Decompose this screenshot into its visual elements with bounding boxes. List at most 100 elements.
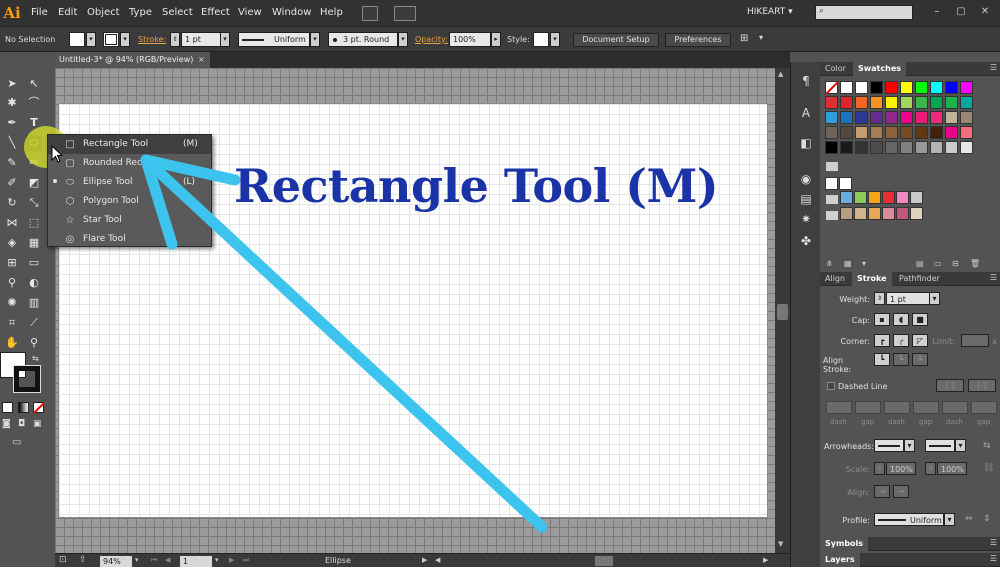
tab-layers[interactable]: Layers <box>820 553 860 567</box>
swatch[interactable] <box>896 207 909 220</box>
first-artboard-icon[interactable]: ⏮ <box>151 556 157 565</box>
swatch[interactable] <box>825 126 838 139</box>
swatch[interactable] <box>870 111 883 124</box>
flyout-item-star[interactable]: ☆ Star Tool <box>48 211 211 230</box>
swatch[interactable] <box>900 96 913 109</box>
status-menu-icon[interactable]: ▶ <box>422 556 427 564</box>
swatch[interactable] <box>854 207 867 220</box>
menu-window[interactable]: Window <box>272 7 311 18</box>
menu-help[interactable]: Help <box>320 7 343 18</box>
weight-dropdown[interactable]: ▾ <box>929 292 940 305</box>
bridge-icon[interactable] <box>362 6 378 21</box>
document-tab[interactable]: Untitled-3* @ 94% (RGB/Preview) × <box>55 52 210 68</box>
workspace-switcher[interactable]: HIKEART ▾ <box>747 7 793 17</box>
menu-type[interactable]: Type <box>129 7 152 18</box>
butt-cap-icon[interactable]: ▪ <box>874 313 890 326</box>
swatch[interactable] <box>870 141 883 154</box>
swatch[interactable] <box>900 141 913 154</box>
swatch[interactable] <box>960 111 973 124</box>
menu-edit[interactable]: Edit <box>58 7 77 18</box>
tab-pathfinder[interactable]: Pathfinder <box>894 272 945 286</box>
perspective-grid-tool-icon[interactable]: ▦ <box>26 235 42 251</box>
swatch[interactable] <box>825 141 838 154</box>
swatch[interactable] <box>855 81 868 94</box>
swatch[interactable] <box>840 111 853 124</box>
character-panel-icon[interactable]: A <box>796 104 816 122</box>
swap-fill-stroke-icon[interactable]: ⇆ <box>32 354 42 364</box>
swatch[interactable] <box>870 81 883 94</box>
horizontal-scroll-thumb[interactable] <box>595 556 613 566</box>
panel-menu-icon[interactable]: ☰ <box>990 63 997 72</box>
gap-field-1[interactable] <box>855 401 881 414</box>
zoom-tool-icon[interactable]: ⚲ <box>26 335 42 351</box>
round-cap-icon[interactable]: ◖ <box>893 313 909 326</box>
weight-stepper[interactable]: ⇕ <box>874 292 885 305</box>
align-stroke-center-icon[interactable]: ┗ <box>874 353 890 366</box>
fill-dropdown[interactable]: ▾ <box>86 32 96 47</box>
direct-selection-tool-icon[interactable]: ↖ <box>26 76 42 92</box>
swatch[interactable] <box>840 207 853 220</box>
previous-artboard-icon[interactable]: ◀ <box>165 556 170 564</box>
preferences-button[interactable]: Preferences <box>665 33 731 47</box>
swatch-libraries-icon[interactable]: ⋔ <box>826 259 833 268</box>
paragraph-panel-icon[interactable]: ¶ <box>796 72 816 90</box>
swatch[interactable] <box>839 177 852 190</box>
last-artboard-icon[interactable]: ⏭ <box>243 556 249 565</box>
tab-align[interactable]: Align <box>820 272 850 286</box>
draw-inside-icon[interactable]: ▣ <box>33 419 45 431</box>
stroke-label[interactable]: Stroke: <box>138 35 166 44</box>
brush-dropdown[interactable]: ▾ <box>398 32 408 47</box>
scale-stepper-1[interactable]: ⇕ <box>874 462 885 475</box>
symbols-panel-icon[interactable]: ✷ <box>796 210 816 228</box>
align-dash-corners-icon[interactable]: [-] <box>968 379 996 392</box>
swatch[interactable] <box>945 111 958 124</box>
swatch[interactable] <box>855 141 868 154</box>
transparency-panel-icon[interactable]: ◧ <box>796 134 816 152</box>
opacity-dropdown[interactable]: ▸ <box>491 32 501 47</box>
symbol-sprayer-tool-icon[interactable]: ✺ <box>4 295 20 311</box>
gap-field-3[interactable] <box>971 401 997 414</box>
swatch[interactable] <box>930 126 943 139</box>
zoom-field[interactable]: 94% <box>100 556 132 567</box>
menu-effect[interactable]: Effect <box>201 7 230 18</box>
show-kinds-icon[interactable]: ▦ <box>844 259 852 268</box>
flyout-item-rectangle[interactable]: □ Rectangle Tool (M) <box>48 135 211 154</box>
swatch[interactable] <box>960 96 973 109</box>
swatch[interactable] <box>945 96 958 109</box>
variable-width-profile[interactable]: Uniform <box>238 32 310 47</box>
profile-select-dropdown[interactable]: ▾ <box>944 513 955 526</box>
bevel-join-icon[interactable]: ◸ <box>912 334 928 347</box>
projecting-cap-icon[interactable]: ■ <box>912 313 928 326</box>
swatch[interactable] <box>882 191 895 204</box>
flyout-item-flare[interactable]: ◎ Flare Tool <box>48 230 211 249</box>
dash-field-2[interactable] <box>884 401 910 414</box>
next-artboard-icon[interactable]: ▶ <box>229 556 234 564</box>
selection-tool-icon[interactable]: ➤ <box>4 76 20 92</box>
pen-tool-icon[interactable]: ✒ <box>4 115 20 131</box>
paintbrush-tool-icon[interactable]: ✎ <box>4 155 20 171</box>
swatch[interactable] <box>854 191 867 204</box>
swatch[interactable] <box>882 207 895 220</box>
magic-wand-tool-icon[interactable]: ✱ <box>4 95 20 111</box>
graphic-style-swatch[interactable] <box>533 32 549 47</box>
preserve-dash-icon[interactable]: [ ] <box>936 379 964 392</box>
vertical-scroll-thumb[interactable] <box>777 304 788 320</box>
panel-menu-icon[interactable]: ☰ <box>990 273 997 282</box>
miter-join-icon[interactable]: ┏ <box>874 334 890 347</box>
swatch[interactable] <box>930 96 943 109</box>
opacity-label[interactable]: Opacity: <box>415 35 448 44</box>
artboard-tool-icon[interactable]: ⌗ <box>4 315 20 331</box>
swatch[interactable] <box>885 81 898 94</box>
rotate-tool-icon[interactable]: ↻ <box>4 195 20 211</box>
gradient-tool-icon[interactable]: ▭ <box>26 255 42 271</box>
color-mode-icon[interactable] <box>2 402 13 413</box>
end-arrowhead-dropdown[interactable]: ▾ <box>955 439 966 452</box>
swatch[interactable] <box>825 81 839 95</box>
new-swatch-icon[interactable]: ⊟ <box>952 259 959 268</box>
weight-field[interactable]: 1 pt <box>886 292 930 305</box>
vertical-scrollbar[interactable]: ▲ ▼ <box>775 68 790 553</box>
swatch[interactable] <box>855 126 868 139</box>
swatch[interactable] <box>945 81 958 94</box>
shape-builder-tool-icon[interactable]: ◈ <box>4 235 20 251</box>
dash-field-1[interactable] <box>826 401 852 414</box>
